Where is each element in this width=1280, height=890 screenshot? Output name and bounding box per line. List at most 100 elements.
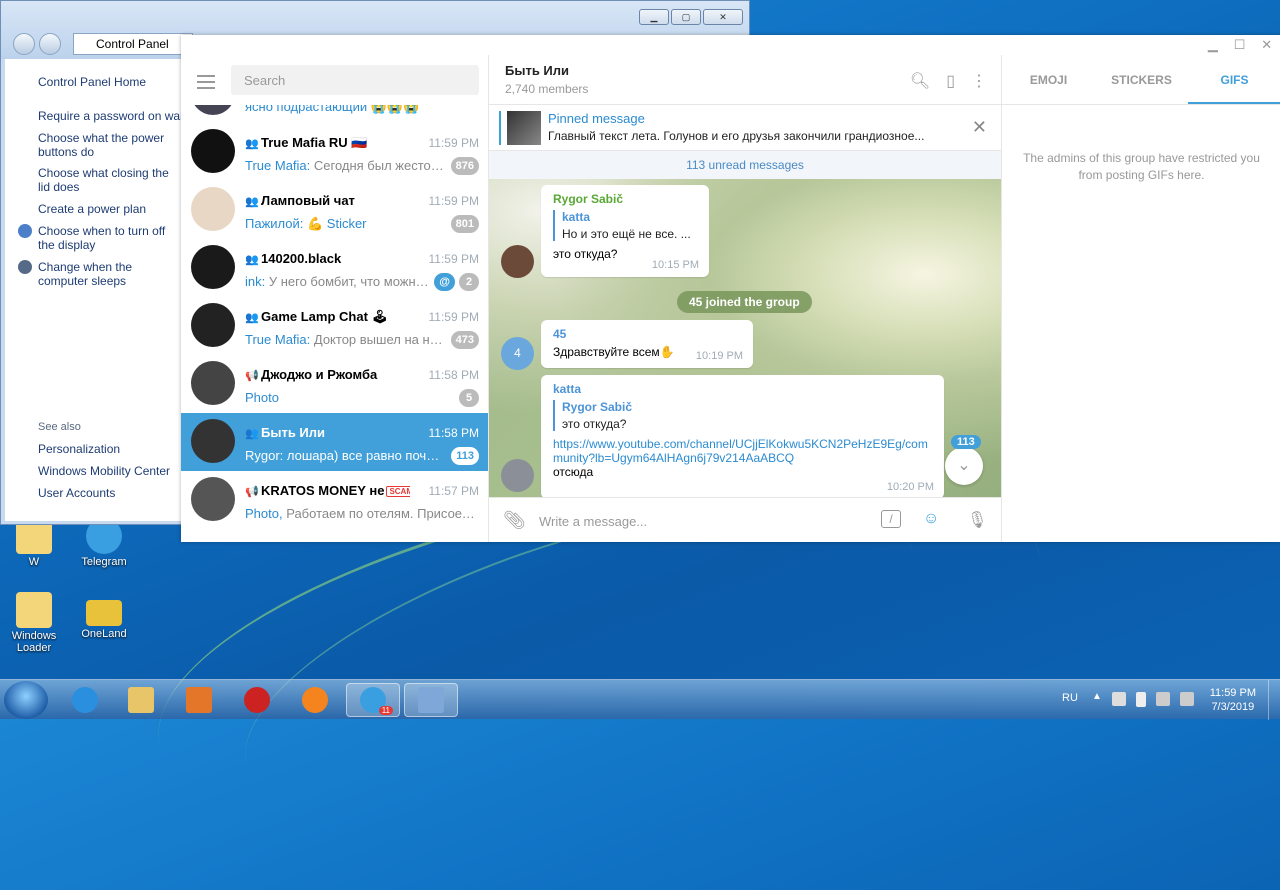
reply-quote[interactable]: Rygor Sabič это откуда? [553,400,932,431]
close-button[interactable]: ✕ [1261,37,1272,53]
minimize-button[interactable]: ▁ [639,9,669,25]
group-icon: 👥 [245,428,259,440]
see-also-link[interactable]: Windows Mobility Center [38,464,183,478]
folder-icon [128,687,154,713]
avatar[interactable] [501,245,534,278]
message-input[interactable]: Write a message... [539,514,647,529]
avatar[interactable] [501,459,534,492]
dialog-item-partial[interactable]: ясно подрастающий 😭😭😭 [181,105,488,123]
dialog-preview: Пажилой: 💪 Sticker [245,216,445,232]
see-also-link[interactable]: Personalization [38,442,183,456]
avatar [191,419,235,463]
dialog-name-text: Game Lamp Chat 🕹 [261,309,389,324]
desktop-icon-oneland[interactable]: OneLand [72,600,136,640]
sidebar-link[interactable]: Create a power plan [38,202,183,216]
forward-button[interactable] [39,33,61,55]
battery-icon[interactable] [1136,692,1146,707]
start-button[interactable] [4,681,48,719]
media-player-icon [186,687,212,713]
tab-gifs[interactable]: GIFS [1188,55,1280,104]
avatar [191,187,235,231]
close-icon[interactable]: ✕ [972,117,987,138]
taskbar-firefox[interactable] [288,683,342,717]
taskbar-ie[interactable] [58,683,112,717]
dialog-item[interactable]: 👥 True Mafia RU 🇷🇺 11:59 PM True Mafia: С… [181,123,488,181]
maximize-button[interactable]: ☐ [1234,37,1246,53]
megaphone-icon: 📢 [245,486,259,498]
dialog-preview-text: ясно подрастающий 😭😭😭 [245,105,420,114]
dialog-time: 11:59 PM [428,252,479,266]
emoji-icon[interactable]: ☺ [923,510,939,528]
network-status-icon[interactable] [1156,692,1170,706]
dialog-list: ясно подрастающий 😭😭😭 👥 True Mafia RU 🇷🇺 … [181,105,488,542]
chat-panel: Быть Или 2,740 members 🔍︎ ▯ ⋮ Pinned mes… [489,55,1001,542]
maximize-button[interactable]: ▢ [671,9,701,25]
message-link[interactable]: https://www.youtube.com/channel/UCjjElKo… [553,437,932,465]
close-button[interactable]: ✕ [703,9,743,25]
taskbar-telegram[interactable]: 11 [346,683,400,717]
show-desktop-button[interactable] [1268,680,1280,720]
dialog-name-text: Ламповый чат [261,193,355,208]
taskbar-control-panel[interactable] [404,683,458,717]
pinned-message[interactable]: Pinned message Главный текст лета. Голун… [489,105,1001,151]
sidebar-link[interactable]: Change when the computer sleeps [38,260,183,288]
dialog-preview: Rygor: лошара) все равно почти ... [245,448,445,463]
search-icon[interactable]: 🔍︎ [910,71,930,91]
more-icon[interactable]: ⋮ [971,71,987,91]
avatar[interactable]: 4 [501,337,534,370]
sidebar-link[interactable]: Choose when to turn off the display [38,224,183,252]
message-bubble: katta Rygor Sabič это откуда? https://ww… [541,375,944,497]
avatar [191,245,235,289]
clock[interactable]: 11:59 PM 7/3/2019 [1210,686,1256,714]
bot-command-icon[interactable]: / [881,510,901,528]
message-author[interactable]: Rygor Sabič [553,192,697,206]
unread-badge: 2 [459,273,479,291]
dialog-item-active[interactable]: 👥 Быть Или 11:58 PM Rygor: лошара) все ра… [181,413,488,471]
desktop-icon-w[interactable]: W [2,518,66,568]
sidebar-link[interactable]: Choose what closing the lid does [38,166,183,194]
search-input[interactable]: Search [231,65,479,95]
address-bar[interactable]: Control Panel [73,33,193,55]
chat-members: 2,740 members [505,82,589,96]
language-indicator[interactable]: RU [1062,692,1078,704]
message-author[interactable]: katta [553,382,932,396]
dialog-item[interactable]: 📢KRATOS MONEY неSCAM 11:57 PM Photo, Раб… [181,471,488,529]
reply-author: Rygor Sabič [562,400,633,414]
volume-icon[interactable] [1180,692,1194,706]
microphone-icon[interactable]: 🎙︎ [967,510,987,530]
taskbar-media[interactable] [172,683,226,717]
dialog-time: 11:59 PM [428,310,479,324]
reply-author: katta [562,210,591,224]
taskbar-explorer[interactable] [114,683,168,717]
see-also-link[interactable]: User Accounts [38,486,183,500]
tab-emoji[interactable]: EMOJI [1002,55,1095,104]
menu-icon[interactable] [197,75,215,93]
sidebar-link[interactable]: Require a password on wakeup [38,109,183,123]
sidebar-toggle-icon[interactable]: ▯ [946,71,955,91]
dialog-item[interactable]: 👥 Ламповый чат 11:59 PM Пажилой: 💪 Sticke… [181,181,488,239]
tray-arrow-icon[interactable]: ▲ [1092,691,1102,702]
telegram-badge: 11 [378,706,393,715]
control-panel-home-link[interactable]: Control Panel Home [38,75,183,89]
dialog-item[interactable]: 👥 Game Lamp Chat 🕹 11:59 PM True Mafia: Д… [181,297,488,355]
taskbar-app[interactable] [230,683,284,717]
minimize-button[interactable]: ▁ [1208,37,1218,53]
desktop-icon-windows-loader[interactable]: Windows Loader [2,592,66,654]
network-icon[interactable] [1112,692,1126,706]
back-button[interactable] [13,33,35,55]
message-time: 10:19 PM [695,350,743,362]
desktop-icon-telegram[interactable]: Telegram [72,518,136,568]
scroll-unread-badge: 113 [951,435,981,449]
attach-icon[interactable]: 📎︎ [503,510,526,531]
reply-text: это откуда? [562,417,627,431]
moon-icon [18,260,32,274]
scroll-down-button[interactable]: ⌄ [945,447,983,485]
chat-header[interactable]: Быть Или 2,740 members 🔍︎ ▯ ⋮ [489,55,1001,105]
dialog-text: лошара) все равно почти ... [283,448,445,463]
dialog-item[interactable]: 📢 Джоджо и Ржомба 11:58 PM Photo 5 [181,355,488,413]
tab-stickers[interactable]: STICKERS [1095,55,1188,104]
message-author[interactable]: 45 [553,327,741,341]
sidebar-link[interactable]: Choose what the power buttons do [38,131,183,159]
dialog-item[interactable]: 👥 140200.black 11:59 PM ink: У него бомби… [181,239,488,297]
reply-quote[interactable]: katta Но и это ещё не все. ... [553,210,697,241]
